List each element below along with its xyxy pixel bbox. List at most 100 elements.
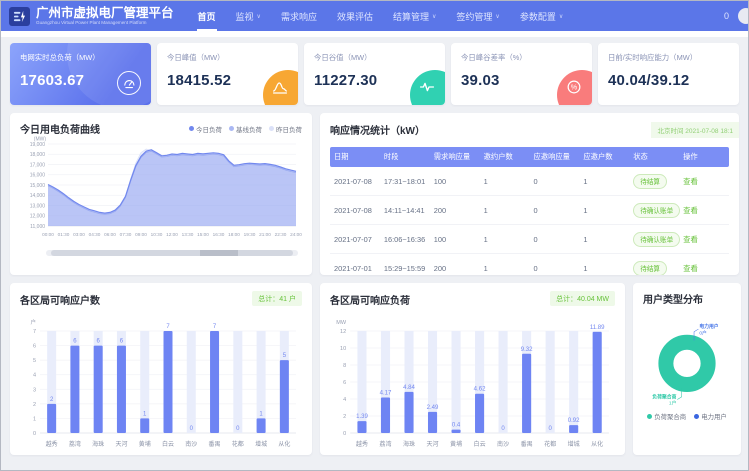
table-cell: 2021-07-08 bbox=[330, 196, 380, 225]
view-link[interactable]: 查看 bbox=[683, 264, 698, 273]
nav-item-签约管理[interactable]: 签约管理∨ bbox=[446, 1, 509, 31]
bar-background bbox=[140, 331, 149, 433]
column-header: 操作 bbox=[679, 147, 729, 167]
slice-label: 负荷聚合商 bbox=[652, 394, 676, 401]
view-link[interactable]: 查看 bbox=[683, 235, 698, 244]
status-cell: 待结算 bbox=[629, 167, 679, 196]
legend-item-电力用户[interactable]: 电力用户 bbox=[694, 412, 727, 421]
bar-value-label: 11.89 bbox=[590, 325, 605, 331]
table-cell: 0 bbox=[530, 254, 580, 276]
view-link[interactable]: 查看 bbox=[683, 177, 698, 186]
table-cell: 100 bbox=[430, 225, 480, 254]
bar-黄埔 bbox=[452, 430, 461, 433]
nav-item-效果评估[interactable]: 效果评估 bbox=[327, 1, 383, 31]
nav-item-监视[interactable]: 监视∨ bbox=[226, 1, 271, 31]
bar-value-label: 1.39 bbox=[356, 414, 368, 420]
bar-增城 bbox=[257, 418, 266, 433]
topbar-right: 0 bbox=[724, 8, 740, 24]
bar-background bbox=[452, 331, 461, 433]
main-row: 今日用电负荷曲线 今日负荷基线负荷昨日负荷 11,00012,00013,000… bbox=[10, 113, 739, 275]
x-tick-label: 00:00 bbox=[42, 232, 54, 237]
notification-count[interactable]: 0 bbox=[724, 11, 729, 21]
y-tick-label: 5 bbox=[33, 358, 36, 364]
bar-value-label: 7 bbox=[166, 324, 170, 330]
legend-dot-icon bbox=[269, 126, 274, 131]
bar-background bbox=[499, 331, 508, 433]
y-tick-label: 8 bbox=[343, 363, 346, 369]
x-tick-label: 花都 bbox=[544, 440, 556, 448]
y-tick-label: 4 bbox=[343, 397, 346, 403]
status-badge: 待结算 bbox=[633, 261, 667, 276]
legend-item-基线负荷[interactable]: 基线负荷 bbox=[229, 124, 262, 134]
top-navbar: 广州市虚拟电厂管理平台 Guangzhou Virtual Power Plan… bbox=[1, 1, 748, 31]
table-cell: 1 bbox=[480, 254, 530, 276]
bar-番禺 bbox=[210, 331, 219, 433]
legend-item-今日负荷[interactable]: 今日负荷 bbox=[189, 124, 222, 134]
load-curve-chart: 11,00012,00013,00014,00015,00016,00017,0… bbox=[20, 136, 302, 242]
load-curve-legend: 今日负荷基线负荷昨日负荷 bbox=[189, 124, 302, 134]
slice-count: 1户 bbox=[669, 400, 677, 407]
column-header: 应邀响应量 bbox=[530, 147, 580, 167]
bar-海珠 bbox=[94, 346, 103, 433]
households-bar-chart: 01234567户2越秀6荔湾6海珠6天河1黄埔7白云0南沙7番禺0花都1增城5… bbox=[20, 315, 302, 453]
x-tick-label: 黄埔 bbox=[450, 440, 462, 448]
capacity-total-badge: 总计：40.04 MW bbox=[550, 291, 615, 306]
legend-item-昨日负荷[interactable]: 昨日负荷 bbox=[269, 124, 302, 134]
table-row: 2021-07-0115:29~15:59200101待结算查看 bbox=[330, 254, 729, 276]
column-header: 应邀户数 bbox=[579, 147, 629, 167]
bar-越秀 bbox=[47, 404, 56, 433]
x-tick-label: 22:30 bbox=[275, 232, 287, 237]
nav-item-首页[interactable]: 首页 bbox=[188, 1, 226, 31]
x-tick-label: 黄埔 bbox=[139, 440, 151, 448]
y-tick-label: 7 bbox=[33, 329, 36, 335]
kpi-card-0: 电网实时总负荷（MW）17603.67 bbox=[10, 43, 151, 105]
bar-海珠 bbox=[404, 392, 413, 433]
bar-background bbox=[546, 331, 555, 433]
view-link[interactable]: 查看 bbox=[683, 206, 698, 215]
response-stats-title: 响应情况统计（kW） bbox=[330, 126, 425, 137]
bar-background bbox=[257, 331, 266, 433]
table-cell: 15:29~15:59 bbox=[380, 254, 430, 276]
y-axis-unit: (MW) bbox=[34, 137, 47, 143]
y-tick-label: 16,000 bbox=[30, 173, 46, 179]
main-nav: 首页监视∨需求响应效果评估结算管理∨签约管理∨参数配置∨ bbox=[188, 1, 574, 31]
x-tick-label: 13:30 bbox=[182, 232, 194, 237]
y-tick-label: 15,000 bbox=[30, 183, 46, 189]
data-zoom-handle[interactable] bbox=[200, 250, 238, 256]
bar-background bbox=[233, 331, 242, 433]
y-tick-label: 10 bbox=[340, 346, 346, 352]
user-type-donut-chart: 电力用户0户负荷聚合商1户 bbox=[643, 308, 731, 410]
x-tick-label: 06:00 bbox=[104, 232, 116, 237]
action-cell: 查看 bbox=[679, 167, 729, 196]
kpi-label: 今日峰值（MW） bbox=[167, 52, 288, 63]
capacity-panel: 各区局可响应负荷 总计：40.04 MW 024681012MW1.39越秀4.… bbox=[320, 283, 625, 455]
action-cell: 查看 bbox=[679, 254, 729, 276]
bar-value-label: 4.17 bbox=[380, 391, 392, 397]
legend-label: 负荷聚合商 bbox=[654, 412, 686, 421]
nav-item-结算管理[interactable]: 结算管理∨ bbox=[383, 1, 446, 31]
avatar[interactable] bbox=[738, 8, 749, 24]
x-tick-label: 番禺 bbox=[209, 441, 221, 448]
nav-item-需求响应[interactable]: 需求响应 bbox=[271, 1, 327, 31]
kpi-label: 今日峰谷差率（%） bbox=[461, 52, 582, 63]
y-tick-label: 1 bbox=[33, 416, 36, 422]
x-tick-label: 海珠 bbox=[92, 440, 104, 448]
table-cell: 1 bbox=[480, 225, 530, 254]
y-tick-label: 4 bbox=[33, 373, 36, 379]
chevron-down-icon: ∨ bbox=[432, 13, 436, 20]
x-tick-label: 增城 bbox=[568, 440, 580, 448]
bar-荔湾 bbox=[381, 398, 390, 433]
table-cell: 0 bbox=[530, 196, 580, 225]
legend-item-负荷聚合商[interactable]: 负荷聚合商 bbox=[647, 412, 686, 421]
x-tick-label: 24:00 bbox=[290, 232, 302, 237]
user-type-legend: 负荷聚合商电力用户 bbox=[643, 412, 731, 421]
data-zoom-slider[interactable] bbox=[46, 250, 298, 256]
x-tick-label: 番禺 bbox=[521, 441, 533, 448]
table-row: 2021-07-0817:31~18:01100101待结算查看 bbox=[330, 167, 729, 196]
kpi-card-3: 今日峰谷差率（%）39.03% bbox=[451, 43, 592, 105]
bar-从化 bbox=[593, 332, 602, 433]
data-zoom-range[interactable] bbox=[51, 250, 293, 256]
nav-item-参数配置[interactable]: 参数配置∨ bbox=[510, 1, 573, 31]
x-tick-label: 白云 bbox=[474, 440, 486, 448]
bar-value-label: 0.92 bbox=[568, 418, 580, 424]
